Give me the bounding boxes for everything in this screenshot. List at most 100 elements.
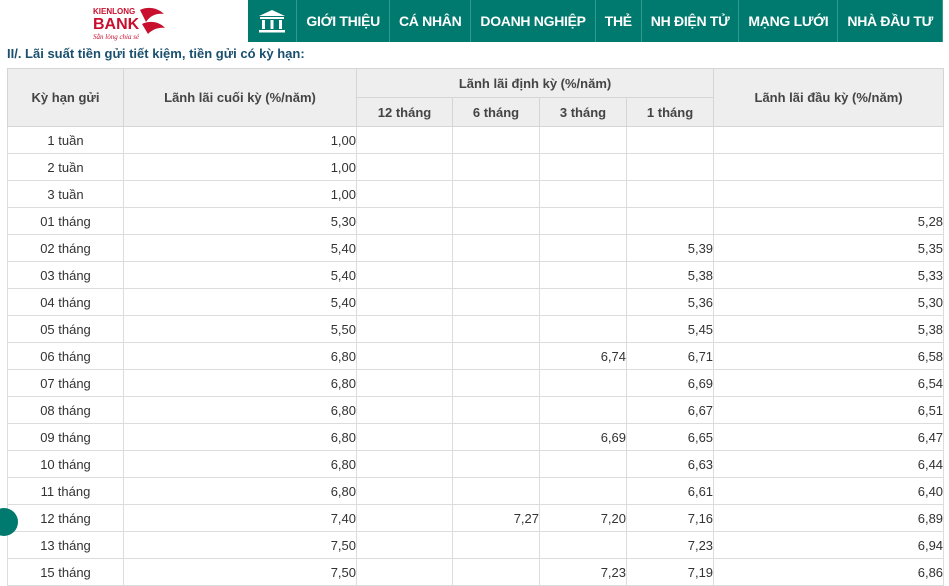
cell-periodic-1m: 7,19 <box>625 558 715 586</box>
cell-periodic-6m <box>452 423 540 451</box>
cell-periodic-3m: 6,69 <box>539 423 627 451</box>
table-row: 07 tháng 6,80 6,69 6,54 <box>7 369 945 397</box>
cell-periodic-12m <box>356 207 453 235</box>
cell-periodic-12m <box>356 342 453 370</box>
table-row: 2 tuần 1,00 <box>7 153 945 181</box>
cell-periodic-12m <box>356 261 453 289</box>
cell-term: 08 tháng <box>7 396 124 424</box>
nav-item-nha-dau-tu[interactable]: NHÀ ĐẦU TƯ <box>838 0 943 42</box>
cell-end-of-term: 7,50 <box>123 531 357 559</box>
cell-periodic-3m <box>539 234 627 262</box>
table-row: 3 tuần 1,00 <box>7 180 945 208</box>
cell-periodic-12m <box>356 531 453 559</box>
cell-periodic-3m: 7,20 <box>539 504 627 532</box>
cell-upfront: 5,33 <box>713 261 945 289</box>
cell-periodic-6m <box>452 558 540 586</box>
cell-end-of-term: 7,50 <box>123 558 357 586</box>
cell-periodic-3m: 6,74 <box>539 342 627 370</box>
cell-periodic-1m: 6,61 <box>625 477 715 505</box>
header-end-of-term: Lãnh lãi cuối kỳ (%/năm) <box>123 68 357 127</box>
cell-periodic-6m <box>452 450 540 478</box>
cell-periodic-1m: 6,67 <box>625 396 715 424</box>
cell-upfront: 6,40 <box>713 477 945 505</box>
cell-upfront: 6,89 <box>713 504 945 532</box>
cell-end-of-term: 5,30 <box>123 207 357 235</box>
cell-periodic-3m <box>539 450 627 478</box>
cell-periodic-6m <box>452 153 540 181</box>
rate-table-body: 1 tuần 1,00 2 tuần 1,00 3 tuần 1,00 01 tháng 5,… <box>7 126 945 586</box>
cell-periodic-12m <box>356 423 453 451</box>
cell-periodic-12m <box>356 396 453 424</box>
cell-term: 1 tuần <box>7 126 124 154</box>
cell-term: 12 tháng <box>7 504 124 532</box>
cell-upfront: 5,30 <box>713 288 945 316</box>
cell-periodic-1m <box>625 153 715 181</box>
header-periodic-1m: 1 tháng <box>625 97 715 127</box>
cell-term: 13 tháng <box>7 531 124 559</box>
cell-end-of-term: 6,80 <box>123 342 357 370</box>
cell-periodic-12m <box>356 288 453 316</box>
table-row: 08 tháng 6,80 6,67 6,51 <box>7 396 945 424</box>
cell-end-of-term: 1,00 <box>123 180 357 208</box>
cell-periodic-3m <box>539 261 627 289</box>
table-row: 09 tháng 6,80 6,69 6,65 6,47 <box>7 423 945 451</box>
interest-rate-table: Kỳ hạn gửi Lãnh lãi cuối kỳ (%/năm) Lãnh… <box>7 68 945 586</box>
table-row: 1 tuần 1,00 <box>7 126 945 154</box>
cell-term: 05 tháng <box>7 315 124 343</box>
nav-item-ca-nhan[interactable]: CÁ NHÂN <box>390 0 472 42</box>
cell-term: 04 tháng <box>7 288 124 316</box>
kienlongbank-logo[interactable]: KIENLONG BANK Sẵn lòng chia sẻ <box>90 4 168 42</box>
nav-item-gioi-thieu[interactable]: GIỚI THIỆU <box>297 0 390 42</box>
bank-building-icon <box>259 10 286 33</box>
cell-term: 07 tháng <box>7 369 124 397</box>
logo-text-top: KIENLONG <box>93 7 135 16</box>
cell-periodic-1m: 5,39 <box>625 234 715 262</box>
nav-item-the[interactable]: THẺ <box>596 0 642 42</box>
cell-upfront: 5,38 <box>713 315 945 343</box>
cell-periodic-6m <box>452 126 540 154</box>
cell-periodic-1m: 6,65 <box>625 423 715 451</box>
cell-upfront: 6,44 <box>713 450 945 478</box>
cell-periodic-12m <box>356 477 453 505</box>
cell-term: 2 tuần <box>7 153 124 181</box>
cell-periodic-3m <box>539 477 627 505</box>
cell-periodic-3m <box>539 315 627 343</box>
cell-end-of-term: 1,00 <box>123 153 357 181</box>
table-row: 12 tháng 7,40 7,27 7,20 7,16 6,89 <box>7 504 945 532</box>
cell-periodic-6m <box>452 531 540 559</box>
table-row: 15 tháng 7,50 7,23 7,19 6,86 <box>7 558 945 586</box>
cell-term: 09 tháng <box>7 423 124 451</box>
cell-end-of-term: 5,40 <box>123 288 357 316</box>
header-periodic-3m: 3 tháng <box>539 97 627 127</box>
table-row: 02 tháng 5,40 5,39 5,35 <box>7 234 945 262</box>
cell-upfront: 6,58 <box>713 342 945 370</box>
cell-upfront: 6,47 <box>713 423 945 451</box>
cell-periodic-6m <box>452 234 540 262</box>
cell-periodic-1m <box>625 126 715 154</box>
cell-end-of-term: 1,00 <box>123 126 357 154</box>
cell-periodic-6m <box>452 288 540 316</box>
cell-periodic-3m <box>539 207 627 235</box>
cell-end-of-term: 5,50 <box>123 315 357 343</box>
cell-periodic-1m: 6,69 <box>625 369 715 397</box>
nav-item-mang-luoi[interactable]: MẠNG LƯỚI <box>739 0 839 42</box>
cell-periodic-1m <box>625 207 715 235</box>
nav-item-nh-dien-tu[interactable]: NH ĐIỆN TỬ <box>642 0 740 42</box>
cell-periodic-1m: 7,23 <box>625 531 715 559</box>
cell-periodic-6m: 7,27 <box>452 504 540 532</box>
cell-periodic-12m <box>356 180 453 208</box>
cell-periodic-1m: 5,36 <box>625 288 715 316</box>
cell-upfront: 6,94 <box>713 531 945 559</box>
top-navigation: KIENLONG BANK Sẵn lòng chia sẻ GIỚI THIỆ… <box>0 0 949 44</box>
cell-upfront <box>713 153 945 181</box>
header-upfront: Lãnh lãi đầu kỳ (%/năm) <box>713 68 945 127</box>
cell-upfront: 5,28 <box>713 207 945 235</box>
cell-periodic-1m: 6,63 <box>625 450 715 478</box>
nav-home-button[interactable] <box>248 0 298 42</box>
table-row: 06 tháng 6,80 6,74 6,71 6,58 <box>7 342 945 370</box>
cell-end-of-term: 5,40 <box>123 261 357 289</box>
cell-term: 02 tháng <box>7 234 124 262</box>
nav-item-doanh-nghiep[interactable]: DOANH NGHIỆP <box>471 0 596 42</box>
cell-periodic-6m <box>452 261 540 289</box>
cell-periodic-12m <box>356 369 453 397</box>
